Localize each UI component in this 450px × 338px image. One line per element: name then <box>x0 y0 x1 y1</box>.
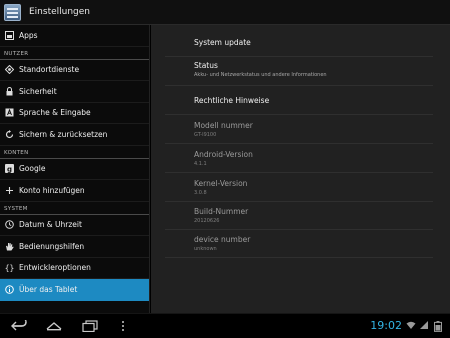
hand-icon <box>5 242 14 251</box>
pref-summary: Akku- und Netzwerkstatus und andere Info… <box>194 72 327 78</box>
sidebar-item-sprache-eingabe[interactable]: Sprache & Eingabe <box>0 103 149 124</box>
pref-title: Build-Nummer <box>194 207 249 216</box>
svg-text:{}: {} <box>5 264 14 273</box>
about-tablet-pane: System update Status Akku- und Netzwerksta… <box>151 25 450 313</box>
pref-title: Modell nummer <box>194 121 253 130</box>
status-clock[interactable]: 19:02 <box>370 319 402 332</box>
sidebar-item-entwickleroptionen[interactable]: {} Entwickleroptionen <box>0 258 149 279</box>
section-header-konten: KONTEN <box>0 146 149 159</box>
pref-item-device-number: device number unknown <box>165 230 433 258</box>
pref-title: Status <box>194 61 218 70</box>
apps-icon <box>5 30 14 40</box>
pref-item-modell-nummer: Modell nummer GT-I9100 <box>165 116 433 144</box>
svg-text:g: g <box>7 166 12 174</box>
sidebar-item-datum-uhrzeit[interactable]: Datum & Uhrzeit <box>0 215 149 236</box>
pref-item-android-version: Android-Version 4.1.1 <box>165 145 433 173</box>
google-icon: g <box>5 164 14 174</box>
clock-icon <box>5 220 14 230</box>
sidebar-item-konto-hinzufugen[interactable]: Konto hinzufügen <box>0 180 149 202</box>
wifi-icon <box>406 321 416 332</box>
sidebar-item-google[interactable]: g Google <box>0 159 149 180</box>
braces-icon: {} <box>5 263 14 273</box>
signal-icon <box>419 321 429 332</box>
home-icon[interactable] <box>44 318 64 334</box>
recent-apps-icon[interactable] <box>80 318 100 334</box>
settings-app-icon[interactable] <box>4 3 21 21</box>
sidebar-item-bedienungshilfen[interactable]: Bedienungshilfen <box>0 236 149 258</box>
action-bar: Einstellungen <box>0 0 450 25</box>
sidebar-item-label: Sichern & zurücksetzen <box>19 129 108 139</box>
system-nav-bar: 19:02 <box>0 313 450 338</box>
pref-item-status[interactable]: Status Akku- und Netzwerkstatus und ander… <box>165 56 433 86</box>
pref-item-rechtliche-hinweise[interactable]: Rechtliche Hinweise <box>165 87 433 115</box>
sidebar-item-label: Google <box>19 164 46 174</box>
section-header-system: SYSTEM <box>0 202 149 215</box>
backup-icon <box>5 129 14 139</box>
sidebar-item-uber-das-tablet[interactable]: Über das Tablet <box>0 279 149 301</box>
pref-item-build-nummer: Build-Nummer 20120626 <box>165 202 433 230</box>
pref-title: device number <box>194 235 251 244</box>
sidebar-item-standortdienste[interactable]: Standortdienste <box>0 60 149 81</box>
menu-icon[interactable] <box>119 318 127 334</box>
pref-summary: 20120626 <box>194 218 220 224</box>
pref-item-system-update[interactable]: System update <box>165 29 433 57</box>
sidebar-item-sichern-zurucksetzen[interactable]: Sichern & zurücksetzen <box>0 124 149 146</box>
location-icon <box>5 65 14 75</box>
sidebar-item-label: Über das Tablet <box>19 284 78 294</box>
pref-title: Rechtliche Hinweise <box>194 96 270 105</box>
sidebar-item-label: Konto hinzufügen <box>19 185 85 195</box>
pref-summary: 3.0.8 <box>194 190 207 196</box>
pref-title: Android-Version <box>194 150 253 159</box>
info-icon <box>5 284 14 294</box>
page-title: Einstellungen <box>29 7 91 17</box>
section-header-nutzer: NUTZER <box>0 47 149 60</box>
sidebar-item-label: Datum & Uhrzeit <box>19 220 82 230</box>
sidebar-item-label: Standortdienste <box>19 65 80 75</box>
sidebar-item-sicherheit[interactable]: Sicherheit <box>0 81 149 103</box>
lock-icon <box>5 86 14 96</box>
add-icon <box>5 186 14 195</box>
sidebar-item-label: Sprache & Eingabe <box>19 108 91 118</box>
pref-summary: unknown <box>194 246 217 252</box>
pref-item-kernel-version: Kernel-Version 3.0.8 <box>165 174 433 202</box>
pref-summary: GT-I9100 <box>194 132 217 138</box>
language-icon <box>5 108 14 117</box>
settings-category-list: Apps NUTZER Standortdienste Sicherheit Sprac… <box>0 25 150 313</box>
sidebar-item-label: Sicherheit <box>19 86 57 96</box>
sidebar-item-apps[interactable]: Apps <box>0 25 149 47</box>
pref-title: System update <box>194 38 251 47</box>
sidebar-item-label: Apps <box>19 30 38 40</box>
sidebar-item-label: Entwickleroptionen <box>19 263 91 273</box>
battery-icon <box>434 321 442 332</box>
pref-summary: 4.1.1 <box>194 161 207 167</box>
sidebar-item-label: Bedienungshilfen <box>19 241 85 251</box>
pref-title: Kernel-Version <box>194 179 248 188</box>
back-icon[interactable] <box>9 318 29 334</box>
